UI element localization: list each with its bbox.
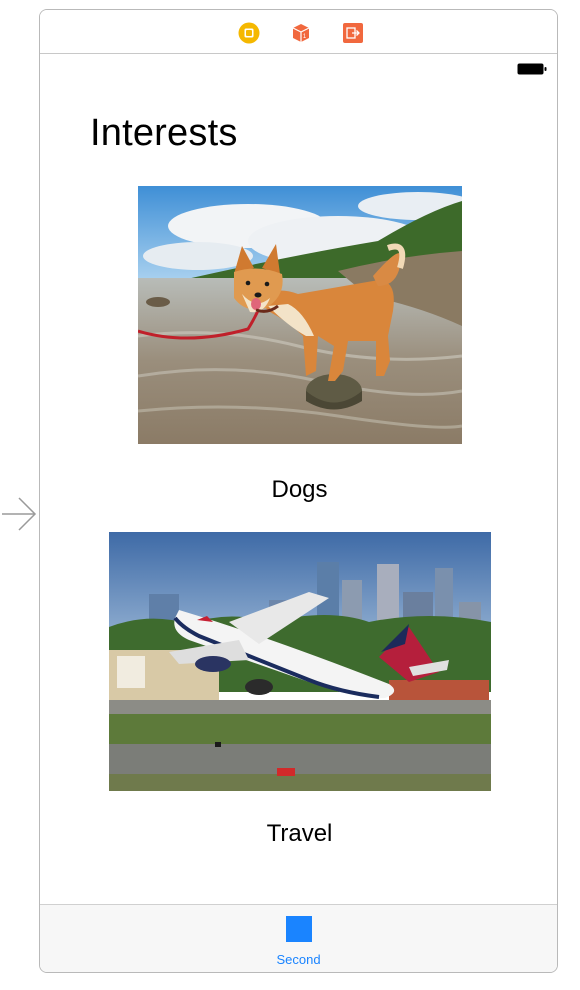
battery-icon	[517, 63, 547, 75]
dogs-image	[138, 186, 462, 444]
tab-bar: Second	[40, 904, 557, 972]
tab-second[interactable]: Second	[40, 905, 557, 972]
scene-dock: 1	[40, 10, 557, 54]
tab-second-label: Second	[276, 952, 321, 967]
initial-view-controller-arrow-icon	[2, 497, 37, 531]
dogs-caption: Dogs	[271, 476, 328, 503]
view-controller-scene[interactable]: 1 Interests Dogs Travel Second	[39, 9, 558, 973]
travel-image	[109, 532, 491, 791]
exit-icon[interactable]	[342, 22, 364, 44]
shiba-inu-standing-on-rock-photo	[138, 186, 462, 444]
page-title: Interests	[90, 112, 238, 154]
delta-airplane-takeoff-photo	[109, 532, 491, 791]
storyboard-canvas: 1 Interests Dogs Travel Second	[0, 0, 580, 990]
view-controller-icon[interactable]	[238, 22, 260, 44]
travel-caption: Travel	[266, 820, 333, 847]
first-responder-icon[interactable]: 1	[290, 22, 312, 44]
square-tab-icon	[286, 916, 312, 942]
